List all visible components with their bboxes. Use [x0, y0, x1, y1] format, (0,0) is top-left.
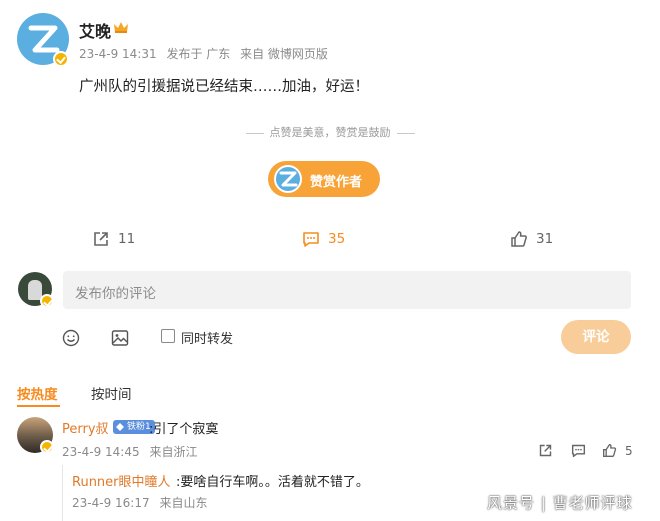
reward-tip: 点赞是美意，赞赏是鼓励 — [0, 124, 660, 140]
reward-tip-text: 点赞是美意，赞赏是鼓励 — [269, 126, 391, 139]
comment-button[interactable]: 35 — [302, 230, 345, 248]
post-source: 来自 微博网页版 — [240, 47, 328, 61]
forward-icon — [94, 232, 108, 246]
forward-count: 11 — [118, 231, 136, 247]
comment-meta: 23-4-9 14:45 来自浙江 — [62, 443, 203, 460]
comment-time: 23-4-9 14:45 — [62, 445, 140, 459]
like-icon — [511, 231, 527, 247]
like-icon — [603, 444, 617, 457]
reward-author-button[interactable]: 赞赏作者 — [268, 161, 380, 197]
commenter-name[interactable]: Perry叔 — [62, 418, 109, 437]
image-icon[interactable] — [111, 329, 129, 347]
divider — [245, 132, 264, 134]
comment-input[interactable]: 发布你的评论 — [63, 271, 631, 309]
post-text: 广州队的引援据说已经结束……加油，好运！ — [79, 79, 369, 95]
reply-time: 23-4-9 16:17 — [72, 496, 150, 510]
submit-comment-button[interactable]: 评论 — [561, 320, 631, 354]
divider — [396, 132, 415, 134]
tab-sort-hot[interactable]: 按热度 — [17, 383, 58, 403]
comment-like-button[interactable]: 5 — [602, 443, 633, 458]
verified-badge-icon — [40, 440, 54, 454]
verified-badge-icon — [53, 51, 69, 67]
crown-icon — [114, 22, 128, 33]
reply-meta: 23-4-9 16:17 来自山东 — [72, 494, 213, 511]
comment-reply-icon[interactable] — [571, 443, 586, 458]
reply-author[interactable]: Runner眼中瞳人 — [72, 471, 171, 490]
forward-button[interactable]: 11 — [92, 230, 135, 248]
comment-location: 来自浙江 — [149, 445, 198, 459]
reply-text: :要啥自行车啊。。活着就不错了。 — [176, 475, 369, 490]
reply-location: 来自山东 — [159, 496, 208, 510]
like-button[interactable]: 31 — [510, 230, 553, 248]
tab-sort-time[interactable]: 按时间 — [91, 383, 132, 403]
active-tab-indicator — [17, 405, 60, 407]
post-time[interactable]: 23-4-9 14:31 — [79, 47, 157, 61]
comment-forward-icon[interactable] — [538, 443, 553, 458]
comment-like-count: 5 — [625, 443, 633, 458]
comment-text: :引了个寂寞 — [149, 422, 219, 437]
post-location: 发布于 广东 — [166, 47, 231, 61]
like-count: 31 — [536, 231, 554, 247]
author-avatar-small — [274, 165, 302, 193]
repost-label[interactable]: 同时转发 — [181, 328, 233, 347]
watermark: 风景号 | 曹老师评球 — [487, 494, 633, 512]
comment-count: 35 — [328, 231, 346, 247]
post-meta: 23-4-9 14:31 发布于 广东 来自 微博网页版 — [79, 45, 334, 62]
author-avatar-logo — [28, 25, 60, 53]
comment-icon — [303, 232, 319, 247]
repost-checkbox[interactable] — [161, 329, 175, 343]
emoji-icon[interactable] — [62, 329, 80, 347]
author-name[interactable]: 艾晚 — [79, 18, 111, 42]
verified-badge-icon — [40, 294, 54, 308]
reward-button-label: 赞赏作者 — [310, 175, 363, 190]
